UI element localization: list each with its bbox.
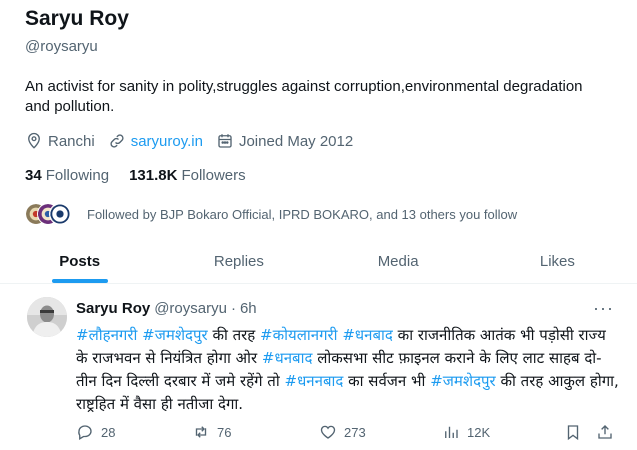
tweet-time[interactable]: 6h [240, 300, 257, 317]
hashtag-link[interactable]: #धनबाद [342, 326, 393, 344]
tab-label: Posts [59, 253, 101, 270]
tweet-author-handle[interactable]: @roysaryu [154, 300, 227, 317]
tweet-separator: · [230, 300, 236, 317]
profile-handle: @roysaryu [25, 38, 98, 55]
profile-location: Ranchi [25, 132, 95, 150]
repost-icon [195, 426, 207, 438]
tab-media[interactable]: Media [319, 240, 478, 283]
active-tab-indicator [51, 279, 108, 283]
follow-stats: 34 Following 131.8K Followers [25, 165, 625, 185]
bookmark-icon [567, 425, 579, 441]
tweet-text: #लौहनगरी #जमशेदपुर की तरह #कोयलानगरी #धन… [76, 324, 621, 416]
location-pin-icon [28, 132, 40, 149]
profile-display-name: Saryu Roy [25, 7, 129, 30]
profile-header: Saryu Roy @roysaryu An activist for sani… [25, 6, 625, 227]
followed-by-avatars [25, 202, 75, 226]
tweet[interactable]: Saryu Roy @roysaryu · 6h ··· #लौहनगरी #ज… [0, 290, 637, 450]
like-count: 273 [344, 424, 366, 440]
followed-by-row[interactable]: Followed by BJP Bokaro Official, IPRD BO… [25, 201, 625, 227]
tweet-text-segment: की तरह [207, 326, 261, 344]
repost-count: 76 [217, 424, 232, 440]
follower-avatar [49, 203, 71, 225]
following-count[interactable]: 34 [25, 167, 42, 184]
tab-posts[interactable]: Posts [0, 240, 159, 283]
profile-website[interactable]: saryuroy.in [108, 132, 203, 150]
profile-meta: Ranchi saryuroy.in Joined May 2012 [25, 130, 625, 152]
calendar-icon [218, 134, 232, 148]
followers-count[interactable]: 131.8K [129, 167, 177, 184]
hashtag-link[interactable]: #लौहनगरी [76, 326, 137, 344]
reply-icon [78, 425, 92, 440]
reply-button[interactable]: 28 [76, 423, 115, 441]
bookmark-button[interactable] [564, 423, 589, 441]
joined-label: Joined May 2012 [238, 132, 354, 150]
views-button[interactable]: 12K [442, 423, 490, 441]
tab-likes[interactable]: Likes [478, 240, 637, 283]
hashtag-link[interactable]: #धनबाद [262, 349, 313, 367]
profile-joined: Joined May 2012 [216, 132, 353, 150]
share-icon [598, 425, 612, 439]
more-options-icon[interactable]: ··· [593, 298, 614, 319]
share-button[interactable] [596, 423, 621, 441]
tweet-text-segment: का सर्वजन भी [343, 372, 431, 390]
followers-label[interactable]: Followers [181, 167, 245, 184]
tweet-actions: 28 76 273 12K [76, 421, 621, 443]
location-label: Ranchi [48, 132, 95, 150]
avatar[interactable] [27, 297, 67, 337]
repost-button[interactable]: 76 [192, 423, 231, 441]
views-count: 12K [467, 424, 491, 440]
tweet-header: Saryu Roy @roysaryu · 6h [76, 300, 257, 317]
analytics-icon [445, 426, 458, 438]
followed-by-text[interactable]: Followed by BJP Bokaro Official, IPRD BO… [87, 207, 517, 222]
profile-bio: An activist for sanity in polity,struggl… [25, 78, 583, 115]
hashtag-link[interactable]: #कोयलानगरी [260, 326, 338, 344]
reply-count: 28 [101, 424, 116, 440]
tab-label: Likes [539, 253, 575, 270]
hashtag-link[interactable]: #जमशेदपुर [430, 372, 496, 390]
like-button[interactable]: 273 [319, 423, 366, 441]
link-icon [110, 134, 124, 148]
hashtag-link[interactable]: #जमशेदपुर [142, 326, 208, 344]
profile-tabs: Posts Replies Media Likes [0, 240, 637, 284]
user-avatar-image [27, 297, 67, 337]
following-label[interactable]: Following [46, 167, 109, 184]
hashtag-link[interactable]: #धननबाद [285, 372, 344, 390]
heart-icon [320, 425, 336, 439]
tab-label: Replies [213, 253, 264, 270]
website-link[interactable]: saryuroy.in [131, 133, 203, 150]
tab-replies[interactable]: Replies [159, 240, 318, 283]
tweet-author-name[interactable]: Saryu Roy [76, 300, 150, 317]
tab-label: Media [377, 253, 419, 270]
